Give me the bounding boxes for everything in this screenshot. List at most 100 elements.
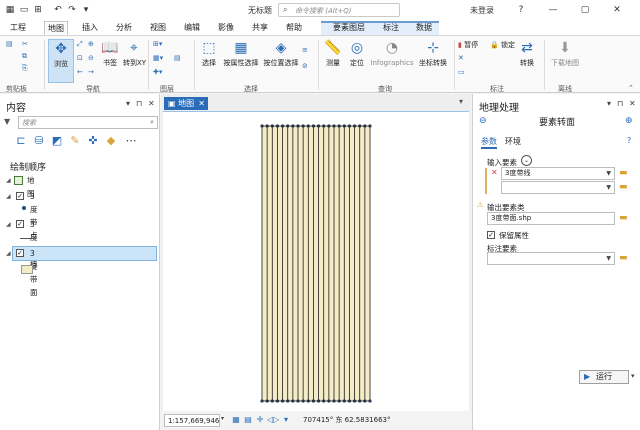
map-scale-input[interactable]: 1:157,669,946 (164, 414, 220, 427)
clear-selection-icon[interactable]: ⊘ (302, 62, 308, 70)
maximize-button[interactable]: ▢ (578, 3, 592, 17)
tab-data[interactable]: 数据 (413, 21, 435, 35)
undo-icon[interactable]: ↶ (52, 4, 64, 16)
pane-options-icon[interactable]: ▾ (126, 99, 130, 108)
tab-view[interactable]: 视图 (147, 21, 169, 35)
help-icon[interactable]: ? (627, 136, 631, 145)
multivalue-dropdown-icon[interactable]: ⌄ (521, 155, 532, 166)
select-by-attribute-button[interactable]: ▦ 按属性选择 (222, 39, 260, 83)
coordinate-dropdown-icon[interactable]: ▾ (281, 415, 291, 425)
quick-access-new-icon[interactable]: ▭ (18, 4, 30, 16)
close-map-tab-icon[interactable]: ✕ (198, 97, 205, 110)
pane-autohide-icon[interactable]: ⊓ (136, 99, 142, 108)
add-data-icon[interactable]: ⊞▾ (153, 40, 162, 48)
select-by-location-button[interactable]: ◈ 按位置选择 (262, 39, 300, 83)
map-view-tab[interactable]: ▣ 地图 ✕ (164, 97, 208, 110)
bookmarks-button[interactable]: 📖 书签 (99, 39, 121, 83)
tab-insert[interactable]: 插入 (79, 21, 101, 35)
copy-path-icon[interactable]: ⎘ (22, 64, 28, 73)
more-labeling-icon[interactable]: ▭ (458, 68, 465, 76)
zoom-to-selection-icon[interactable]: ⊡ (77, 54, 83, 62)
next-extent-icon[interactable]: → (88, 68, 94, 76)
pane-close-icon[interactable]: ✕ (148, 99, 155, 108)
grid-view-icon[interactable]: ▦ (231, 415, 241, 425)
goto-xy-button[interactable]: ⌖ 转到XY (123, 39, 146, 83)
layer-visibility-checkbox[interactable]: ✓ (16, 192, 24, 200)
map-tab-list-icon[interactable]: ▾ (459, 97, 463, 106)
fixed-zoom-out-icon[interactable]: ⊖ (88, 54, 94, 62)
filter-icon[interactable]: ▼ (4, 117, 10, 126)
redo-icon[interactable]: ↷ (66, 4, 78, 16)
pane-autohide-icon[interactable]: ⊓ (617, 99, 623, 108)
locate-button[interactable]: ◎ 定位 (346, 39, 368, 83)
list-by-editing-icon[interactable]: ✎ (68, 134, 82, 148)
pause-labeling-button[interactable]: ▮ 暂停 (458, 40, 478, 50)
list-by-drawing-order-icon[interactable]: ⊏ (14, 134, 28, 148)
tab-share[interactable]: 共享 (249, 21, 271, 35)
convert-button[interactable]: ⇄ 转换 (515, 39, 539, 83)
tab-environments[interactable]: 环境 (505, 136, 521, 147)
layer-visibility-checkbox[interactable]: ✓ (16, 249, 24, 257)
list-by-data-source-icon[interactable]: ⛁ (32, 134, 46, 148)
output-feature-class-field[interactable]: 3度带面.shp (487, 212, 615, 225)
tab-parameters[interactable]: 参数 (481, 136, 497, 149)
preserve-attributes-checkbox[interactable]: ✓ (487, 231, 495, 239)
scale-dropdown-icon[interactable]: ▾ (221, 415, 224, 422)
browse-folder-icon[interactable]: ▬ (619, 254, 630, 263)
layer-options-icon[interactable]: ▤ (174, 54, 181, 62)
more-options-icon[interactable]: ⋯ (124, 134, 138, 148)
run-button[interactable]: ▶ 运行 (579, 370, 629, 384)
list-by-labeling-icon[interactable]: ◆ (104, 134, 118, 148)
map-canvas[interactable] (163, 111, 469, 411)
command-search-input[interactable]: ⌕ 命令搜索 (Alt+Q) (278, 3, 400, 17)
browse-folder-icon[interactable]: ▬ (619, 169, 630, 178)
attributes-icon[interactable]: ≡ (302, 46, 308, 54)
basemap-icon[interactable]: ▦▾ (153, 54, 163, 62)
input-feature-field-empty[interactable]: ▼ (501, 181, 615, 194)
copy-icon[interactable]: ⧉ (22, 52, 27, 61)
snapping-icon[interactable]: ◁▷ (267, 415, 279, 425)
quick-access-project-icon[interactable]: ▦ (4, 4, 16, 16)
tab-imagery[interactable]: 影像 (215, 21, 237, 35)
expand-arrow-icon[interactable]: ◢ (6, 218, 11, 231)
previous-extent-icon[interactable]: ← (77, 68, 83, 76)
navigator-icon[interactable]: ✛ (255, 415, 265, 425)
tab-feature-layer[interactable]: 要素图层 (330, 21, 368, 35)
add-preset-icon[interactable]: ✚▾ (153, 68, 162, 76)
tab-analysis[interactable]: 分析 (113, 21, 135, 35)
tab-labeling[interactable]: 标注 (380, 21, 402, 35)
customize-quick-access-icon[interactable]: ▾ (80, 4, 92, 16)
layer-visibility-checkbox[interactable]: ✓ (16, 220, 24, 228)
account-status[interactable]: 未登录 (470, 5, 494, 16)
browse-folder-icon[interactable]: ▬ (619, 183, 630, 192)
infographics-button[interactable]: ◔ Infographics (369, 39, 415, 83)
lock-labels-button[interactable]: 🔒 锁定 (490, 40, 515, 50)
fixed-zoom-in-icon[interactable]: ⊕ (88, 40, 94, 48)
zoom-full-extent-icon[interactable]: ⤢ (77, 40, 83, 49)
close-button[interactable]: ✕ (610, 3, 624, 17)
coordinate-conversion-button[interactable]: ⊹ 坐标转换 (416, 39, 450, 83)
expand-arrow-icon[interactable]: ◢ (6, 190, 11, 203)
expand-arrow-icon[interactable]: ◢ (6, 174, 11, 187)
measure-button[interactable]: 📏 测量 (322, 39, 344, 83)
explore-button[interactable]: ✥ 浏览 (48, 39, 74, 83)
pane-close-icon[interactable]: ✕ (629, 99, 636, 108)
tab-project[interactable]: 工程 (7, 21, 29, 35)
collapse-ribbon-icon[interactable]: ⌃ (628, 84, 634, 92)
tab-map[interactable]: 地图 (44, 21, 68, 35)
expand-arrow-icon[interactable]: ◢ (6, 247, 11, 260)
view-unplaced-icon[interactable]: ✕ (458, 54, 464, 62)
tab-edit[interactable]: 编辑 (181, 21, 203, 35)
add-tool-icon[interactable]: ⊕ (625, 116, 633, 126)
quick-access-save-icon[interactable]: ⊞ (32, 4, 44, 16)
minimize-button[interactable]: — (546, 3, 560, 17)
input-feature-field[interactable]: 3度带线 ▼ (501, 167, 615, 180)
list-by-selection-icon[interactable]: ◩ (50, 134, 64, 148)
download-map-button[interactable]: ⬇ 下载地图 (548, 39, 582, 83)
remove-input-icon[interactable]: ✕ (491, 168, 498, 177)
run-options-icon[interactable]: ▾ (631, 372, 635, 380)
cut-icon[interactable]: ✂ (22, 40, 28, 48)
table-view-icon[interactable]: ▤ (243, 415, 253, 425)
contents-search-input[interactable]: 搜索 ⌕ (18, 116, 158, 129)
select-button[interactable]: ⬚ 选择 (198, 39, 220, 83)
